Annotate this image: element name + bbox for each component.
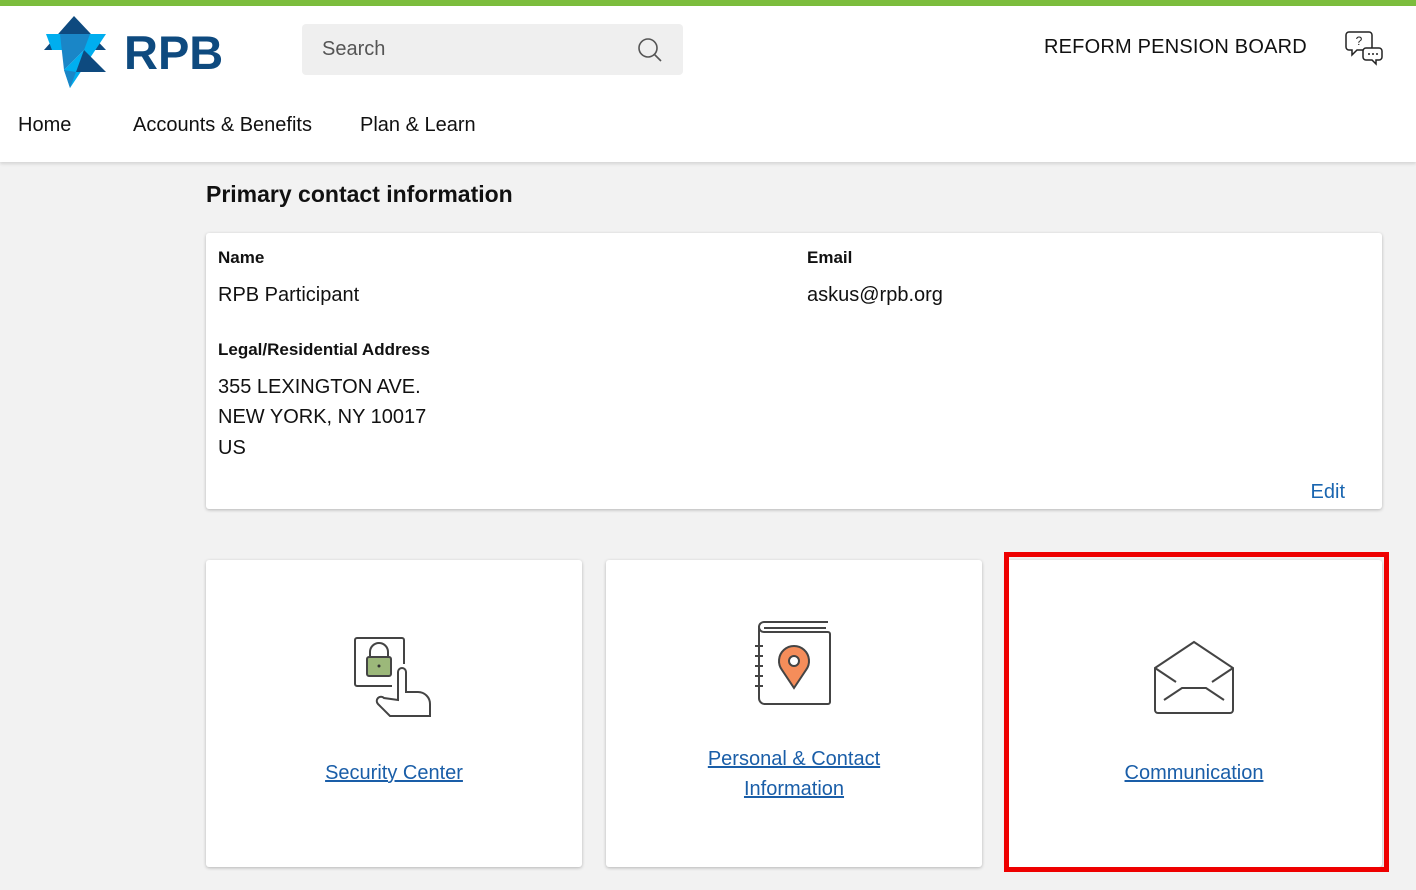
section-title: Primary contact information: [206, 181, 513, 207]
tile-communication[interactable]: Communication: [1006, 560, 1382, 867]
rpb-logo[interactable]: RPB: [44, 16, 223, 88]
address-label: Legal/Residential Address: [218, 340, 430, 359]
nav-accounts-benefits[interactable]: Accounts & Benefits: [133, 114, 312, 137]
name-value: RPB Participant: [218, 284, 360, 306]
email-label: Email: [807, 248, 853, 267]
address-line-2: NEW YORK, NY 10017: [218, 406, 427, 428]
organization-name: REFORM PENSION BOARD: [1044, 36, 1307, 58]
tile-personal-contact[interactable]: Personal & Contact Information: [606, 560, 982, 867]
nav-home[interactable]: Home: [18, 114, 71, 137]
lock-touch-icon: [354, 637, 431, 717]
communication-link[interactable]: Communication: [1006, 758, 1382, 788]
logo-text: RPB: [124, 25, 224, 79]
address-book-pin-icon: [755, 621, 831, 705]
contact-info-card: Name RPB Participant Email askus@rpb.org…: [206, 233, 1382, 509]
search-icon[interactable]: [637, 37, 663, 63]
personal-contact-link-line2: Information: [743, 778, 845, 800]
nav-plan-learn[interactable]: Plan & Learn: [360, 114, 476, 137]
search-input[interactable]: [322, 24, 622, 75]
star-logo-icon: [44, 16, 106, 88]
personal-contact-link[interactable]: Personal & Contact Information: [606, 744, 982, 804]
tile-security-center[interactable]: Security Center: [206, 560, 582, 867]
chat-help-icon[interactable]: ?: [1344, 30, 1384, 68]
personal-contact-link-line1: Personal & Contact: [707, 748, 881, 770]
security-center-link[interactable]: Security Center: [206, 758, 582, 788]
email-value: askus@rpb.org: [807, 284, 943, 306]
svg-text:?: ?: [1356, 34, 1363, 48]
edit-link[interactable]: Edit: [1311, 481, 1345, 504]
address-line-1: 355 LEXINGTON AVE.: [218, 376, 421, 398]
open-envelope-icon: [1154, 640, 1234, 714]
name-label: Name: [218, 248, 265, 267]
search-box[interactable]: [302, 24, 683, 75]
site-header: RPB REFORM PENSION BOARD ? Home Accounts…: [0, 6, 1416, 162]
address-line-3: US: [218, 437, 246, 459]
